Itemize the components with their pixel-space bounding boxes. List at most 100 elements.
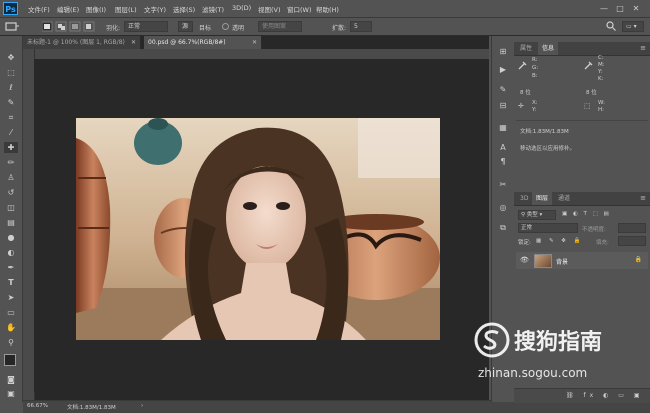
- opacity-input[interactable]: [618, 223, 646, 233]
- menu-window[interactable]: 窗口(W): [287, 4, 312, 14]
- layer-row-background[interactable]: 👁 背景 🔒: [516, 252, 648, 269]
- tab-3d[interactable]: 3D: [516, 192, 532, 205]
- shape-tool-icon[interactable]: ▭: [4, 307, 18, 318]
- search-icon[interactable]: [606, 21, 616, 31]
- workspace-switcher-icon[interactable]: ▭ ▾: [622, 21, 644, 32]
- info-b-label: B:: [532, 73, 538, 79]
- timeline-icon[interactable]: ⧉: [497, 222, 509, 233]
- hand-tool-icon[interactable]: ✋: [4, 322, 18, 333]
- menu-3d[interactable]: 3D(D): [232, 4, 251, 12]
- lock-icons[interactable]: ▦ ✎ ✥ 🔒: [536, 238, 584, 244]
- actions-play-icon[interactable]: ▶: [497, 64, 509, 75]
- brush-tool-icon[interactable]: ✏: [4, 157, 18, 168]
- adjustments-icon[interactable]: ⊟: [497, 100, 509, 111]
- tab-info[interactable]: 信息: [538, 42, 559, 55]
- eyedropper-icon: [584, 61, 593, 70]
- layer-action-icons[interactable]: ⛓ fx ◐ ▭ ▣ 🗑: [566, 392, 650, 399]
- 3d-panel-icon[interactable]: ◎: [497, 202, 509, 213]
- layer-name: 背景: [556, 259, 569, 266]
- options-bar: 羽化: 正常 源 目标 透明 使用图案 扩散: 5 ▭ ▾: [0, 18, 650, 36]
- status-menu-arrow-icon[interactable]: ›: [141, 403, 143, 409]
- crop-tool-icon[interactable]: ⌗: [4, 112, 18, 123]
- gradient-tool-icon[interactable]: ▤: [4, 217, 18, 228]
- blend-mode-select[interactable]: 正常: [518, 223, 578, 233]
- close-window-button[interactable]: ✕: [630, 3, 642, 14]
- divider: [516, 120, 648, 121]
- paragraph-panel-icon[interactable]: ¶: [497, 156, 509, 167]
- clone-stamp-tool-icon[interactable]: ♙: [4, 172, 18, 183]
- info-m-label: M:: [598, 62, 605, 68]
- character-panel-icon[interactable]: A: [497, 142, 509, 153]
- tool-presets-icon[interactable]: ✂: [497, 179, 509, 190]
- patch-tool-icon[interactable]: [4, 21, 20, 32]
- blur-tool-icon[interactable]: ●: [4, 232, 18, 243]
- dodge-tool-icon[interactable]: ◐: [4, 247, 18, 258]
- info-hint: 移动选区以应用修补。: [520, 146, 576, 152]
- tab-untitled-1[interactable]: 未标题-1 @ 100% (图层 1, RGB/8) ✕: [23, 36, 141, 49]
- tab-00-psd[interactable]: 00.psd @ 66.7%(RGB/8#) ✕: [144, 36, 262, 49]
- close-tab-icon[interactable]: ✕: [131, 36, 136, 49]
- swatches-icon[interactable]: ▦: [497, 122, 509, 133]
- layer-filter-kind[interactable]: ⚲ 类型 ▾: [518, 210, 556, 220]
- menu-help[interactable]: 帮助(H): [316, 4, 339, 14]
- minimize-button[interactable]: —: [598, 3, 610, 14]
- marquee-tool-icon[interactable]: ⬚: [4, 67, 18, 78]
- type-tool-icon[interactable]: T: [4, 277, 18, 288]
- foreground-color-swatch[interactable]: [4, 354, 16, 366]
- brush-settings-icon[interactable]: ✎: [497, 84, 509, 95]
- panel-menu-icon[interactable]: ≡: [640, 44, 646, 52]
- diffusion-select[interactable]: 5: [350, 21, 372, 32]
- menu-select[interactable]: 选择(S): [173, 4, 195, 14]
- patch-target-option[interactable]: 目标: [199, 23, 211, 32]
- sogou-logo-icon: [474, 322, 510, 358]
- document-size-status: 文档:1.83M/1.83M: [67, 405, 116, 411]
- info-r-label: R:: [532, 57, 538, 63]
- menu-layer[interactable]: 图层(L): [115, 4, 137, 14]
- tab-channels[interactable]: 通道: [554, 192, 574, 205]
- menu-file[interactable]: 文件(F): [28, 4, 50, 14]
- quick-mask-icon[interactable]: ◙: [4, 374, 18, 385]
- healing-brush-tool-icon[interactable]: ✚: [4, 142, 18, 153]
- transparent-checkbox[interactable]: [222, 23, 229, 30]
- eyedropper-tool-icon[interactable]: ⁄: [4, 127, 18, 138]
- patch-mode-select[interactable]: 正常: [124, 21, 168, 32]
- menu-filter[interactable]: 滤镜(T): [202, 4, 224, 14]
- layers-panel-tabbar: 3D 图层 通道 ≡: [514, 192, 650, 206]
- info-panel-tabbar: 属性 信息 ≡: [514, 42, 650, 56]
- history-panel-icon[interactable]: ⊞: [497, 46, 509, 57]
- menu-view[interactable]: 视图(V): [258, 4, 281, 14]
- menu-edit[interactable]: 编辑(E): [57, 4, 79, 14]
- patch-source-option[interactable]: 源: [178, 21, 193, 32]
- zoom-tool-icon[interactable]: ⚲: [4, 337, 18, 348]
- info-y-coord-label: Y:: [532, 107, 537, 113]
- zoom-level[interactable]: 66.67%: [27, 403, 48, 409]
- opacity-label: 不透明度:: [582, 227, 606, 233]
- layer-filter-icons[interactable]: ▣ ◐ T ⬚ ▤: [562, 211, 611, 217]
- path-select-tool-icon[interactable]: ➤: [4, 292, 18, 303]
- menu-bar: Ps 文件(F) 编辑(E) 图像(I) 图层(L) 文字(Y) 选择(S) 滤…: [0, 0, 650, 18]
- info-h-label: H:: [598, 107, 604, 113]
- visibility-eye-icon[interactable]: 👁: [520, 256, 529, 264]
- fill-input[interactable]: [618, 236, 646, 246]
- feather-label: 羽化:: [106, 25, 121, 32]
- move-tool-icon[interactable]: ✥: [4, 52, 18, 63]
- pen-tool-icon[interactable]: ✒: [4, 262, 18, 273]
- maximize-button[interactable]: □: [614, 3, 626, 14]
- selection-mode-icons[interactable]: [42, 21, 98, 32]
- quick-select-tool-icon[interactable]: ✎: [4, 97, 18, 108]
- layer-filter-label: 类型: [526, 212, 538, 218]
- fill-label: 填充:: [596, 240, 609, 246]
- document-image[interactable]: [76, 118, 440, 340]
- use-pattern-button[interactable]: 使用图案: [258, 21, 302, 32]
- lasso-tool-icon[interactable]: ℓ: [4, 82, 18, 93]
- screen-mode-icon[interactable]: ▣: [4, 388, 18, 399]
- close-tab-icon[interactable]: ✕: [252, 36, 257, 49]
- panel-menu-icon[interactable]: ≡: [640, 194, 646, 202]
- eraser-tool-icon[interactable]: ◫: [4, 202, 18, 213]
- menu-type[interactable]: 文字(Y): [144, 4, 166, 14]
- layer-lock-icon: 🔒: [634, 256, 642, 263]
- tab-properties[interactable]: 属性: [516, 42, 536, 55]
- history-brush-tool-icon[interactable]: ↺: [4, 187, 18, 198]
- menu-image[interactable]: 图像(I): [86, 4, 106, 14]
- tab-layers[interactable]: 图层: [532, 192, 553, 205]
